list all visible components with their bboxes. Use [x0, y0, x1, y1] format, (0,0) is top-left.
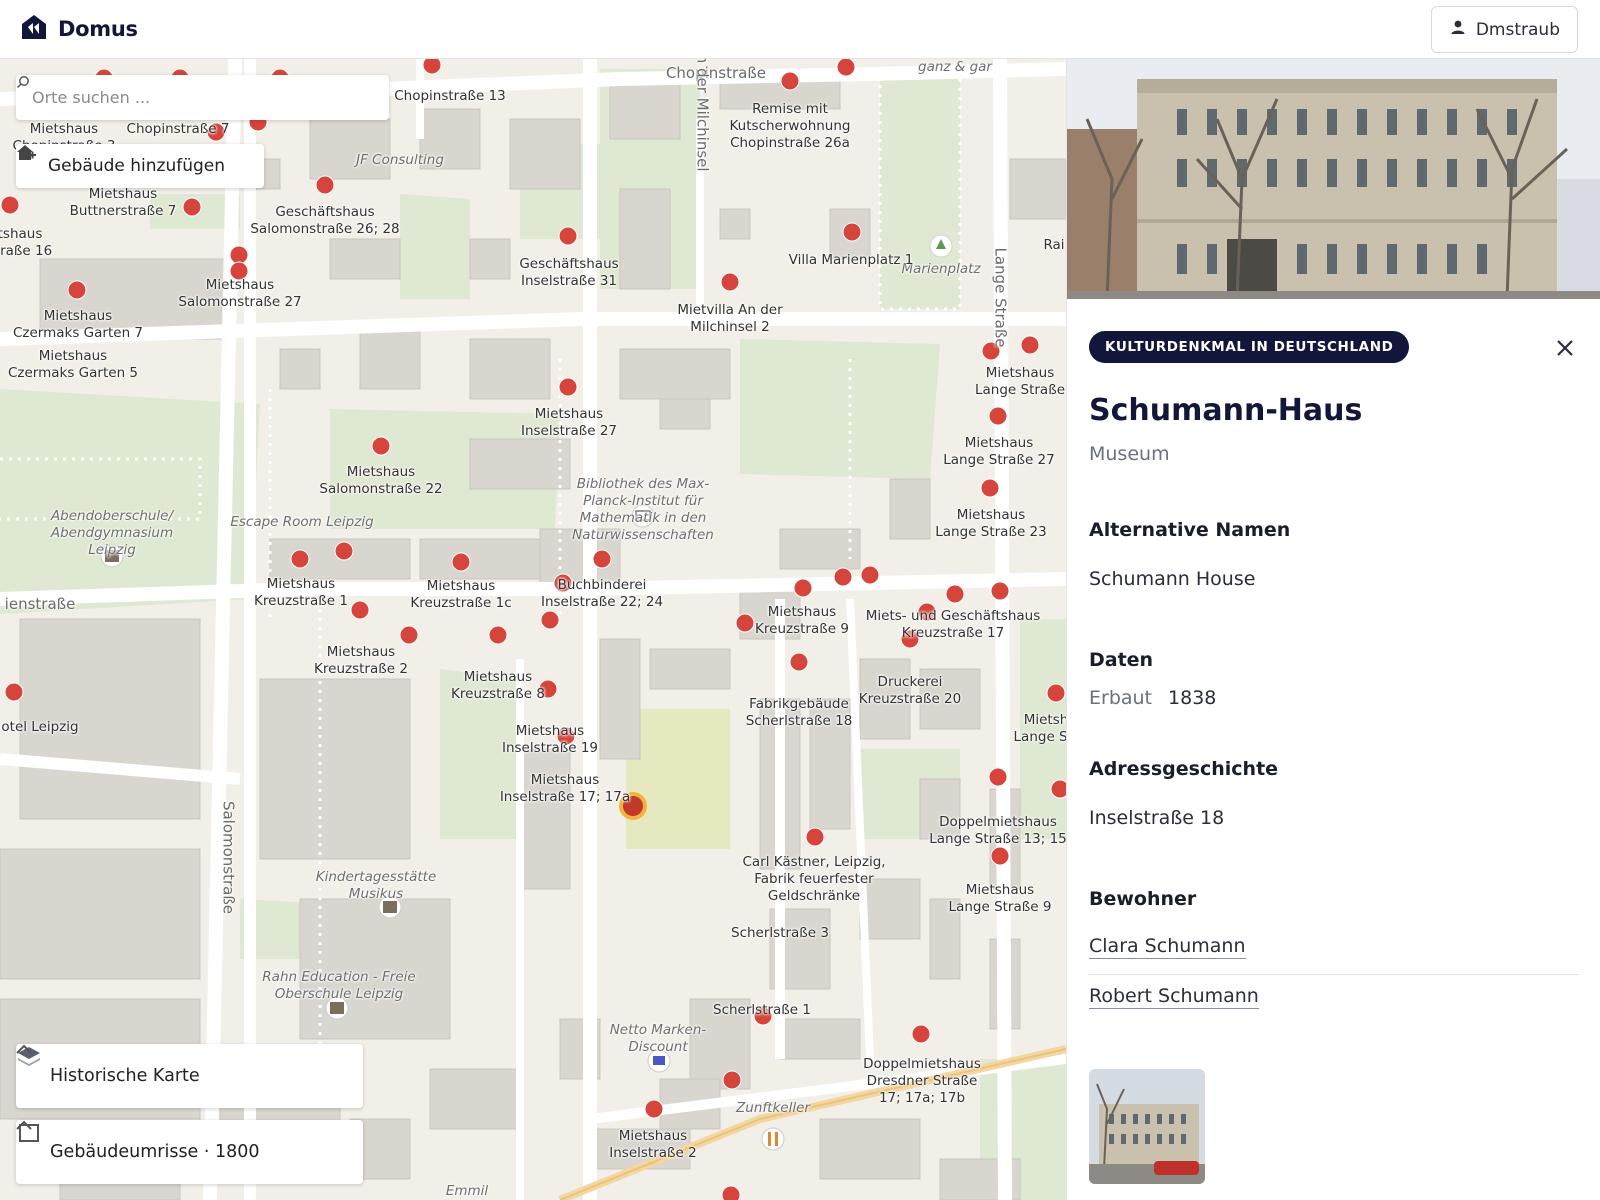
building-photo — [1067, 59, 1600, 299]
building-marker[interactable] — [350, 600, 370, 620]
photo-thumbnail[interactable] — [1089, 1069, 1205, 1184]
app-name: Domus — [58, 17, 138, 41]
domus-logo-icon — [20, 13, 48, 45]
building-marker[interactable] — [1046, 683, 1066, 703]
building-marker[interactable] — [290, 549, 310, 569]
building-marker[interactable] — [4, 682, 24, 702]
building-marker[interactable] — [860, 565, 880, 585]
data-heading: Daten — [1089, 649, 1154, 671]
address-history-value: Inselstraße 18 — [1089, 807, 1225, 829]
building-marker[interactable] — [911, 1024, 931, 1044]
user-icon — [1450, 19, 1466, 40]
building-marker[interactable] — [538, 679, 558, 699]
building-marker[interactable] — [67, 280, 87, 300]
user-menu-button[interactable]: Dmstraub — [1430, 6, 1578, 53]
building-outlines-label: Gebäudeumrisse · 1800 — [50, 1142, 260, 1162]
user-name: Dmstraub — [1475, 19, 1560, 40]
building-marker[interactable] — [229, 261, 249, 281]
brand[interactable]: Domus — [20, 13, 138, 45]
building-marker[interactable] — [556, 726, 576, 746]
built-value: 1838 — [1168, 687, 1217, 709]
building-marker[interactable] — [988, 767, 1008, 787]
residents-heading: Bewohner — [1089, 888, 1197, 910]
map-canvas[interactable] — [0, 59, 1066, 1200]
building-marker[interactable] — [789, 652, 809, 672]
building-marker[interactable] — [488, 625, 508, 645]
building-marker[interactable] — [988, 406, 1008, 426]
alt-names-value: Schumann House — [1089, 568, 1256, 590]
building-marker[interactable] — [558, 226, 578, 246]
building-marker[interactable] — [422, 59, 442, 75]
building-marker[interactable] — [722, 1070, 742, 1090]
add-building-button[interactable]: Gebäude hinzufügen — [16, 144, 264, 188]
building-marker[interactable] — [229, 245, 249, 265]
building-marker[interactable] — [833, 567, 853, 587]
heritage-badge: KULTURDENKMAL IN DEUTSCHLAND — [1089, 331, 1410, 363]
building-marker[interactable] — [753, 1006, 773, 1026]
close-icon[interactable] — [1552, 335, 1578, 361]
building-marker[interactable] — [399, 625, 419, 645]
built-row: Erbaut 1838 — [1089, 687, 1216, 709]
building-marker[interactable] — [836, 59, 856, 77]
add-building-label: Gebäude hinzufügen — [48, 156, 226, 176]
building-marker[interactable] — [945, 584, 965, 604]
building-marker[interactable] — [981, 341, 1001, 361]
search-input[interactable] — [32, 88, 373, 107]
building-marker[interactable] — [900, 629, 920, 649]
building-marker[interactable] — [558, 377, 578, 397]
building-marker[interactable] — [842, 222, 862, 242]
search-box[interactable] — [16, 75, 389, 120]
map-view[interactable]: Chopinstraße 13 Chopinstraße Remise mit Ku… — [0, 59, 1066, 1200]
building-marker[interactable] — [720, 272, 740, 292]
top-bar: Domus Dmstraub — [0, 0, 1600, 59]
building-marker[interactable] — [553, 573, 573, 593]
building-title: Schumann-Haus — [1089, 393, 1363, 428]
building-marker[interactable] — [592, 549, 612, 569]
building-marker[interactable] — [793, 578, 813, 598]
building-marker[interactable] — [206, 122, 226, 142]
building-marker[interactable] — [644, 1099, 664, 1119]
building-marker[interactable] — [990, 581, 1010, 601]
building-marker[interactable] — [805, 827, 825, 847]
built-label: Erbaut — [1089, 687, 1153, 709]
historic-map-label: Historische Karte — [50, 1066, 200, 1086]
building-detail-panel: KULTURDENKMAL IN DEUTSCHLAND Schumann-Ha… — [1066, 59, 1600, 1200]
historic-map-layer-control[interactable]: Historische Karte — [16, 1044, 363, 1108]
address-history-heading: Adressgeschichte — [1089, 758, 1279, 780]
building-marker[interactable] — [780, 71, 800, 91]
resident-link[interactable]: Robert Schumann — [1089, 985, 1259, 1009]
building-marker[interactable] — [721, 1185, 741, 1200]
building-marker[interactable] — [1050, 779, 1066, 799]
building-marker[interactable] — [540, 610, 560, 630]
building-marker[interactable] — [315, 175, 335, 195]
building-marker[interactable] — [1020, 335, 1040, 355]
alt-names-heading: Alternative Namen — [1089, 519, 1291, 541]
building-marker[interactable] — [990, 846, 1010, 866]
building-outlines-layer-control[interactable]: Gebäudeumrisse · 1800 — [16, 1120, 363, 1184]
resident-link[interactable]: Clara Schumann — [1089, 935, 1246, 959]
building-marker[interactable] — [182, 197, 202, 217]
building-marker[interactable] — [451, 552, 471, 572]
building-type: Museum — [1089, 443, 1170, 465]
building-marker[interactable] — [334, 541, 354, 561]
building-marker[interactable] — [0, 195, 20, 215]
building-marker[interactable] — [917, 602, 937, 622]
building-marker[interactable] — [980, 478, 1000, 498]
building-marker[interactable] — [735, 613, 755, 633]
building-marker[interactable] — [371, 436, 391, 456]
divider — [1089, 974, 1579, 975]
